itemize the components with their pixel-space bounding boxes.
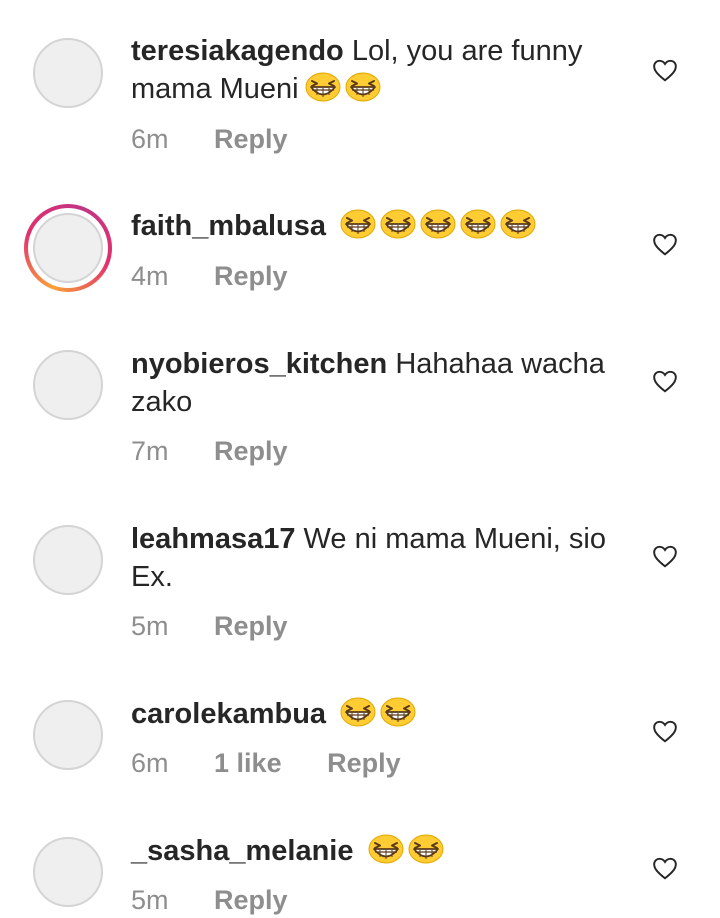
comment-time: 6m — [131, 748, 169, 778]
heart-icon[interactable] — [652, 544, 678, 568]
comment-text-block: nyobieros_kitchen Hahahaa wacha zako — [131, 345, 631, 421]
comment-username[interactable]: faith_mbalusa — [131, 210, 326, 242]
avatar[interactable] — [33, 700, 103, 770]
grinning-squinting-face-icon — [380, 209, 416, 239]
comment-meta: 4m Reply — [131, 261, 326, 292]
avatar-image — [33, 213, 103, 283]
reply-button[interactable]: Reply — [214, 124, 288, 155]
comment-username[interactable]: nyobieros_kitchen — [131, 348, 387, 380]
avatar[interactable] — [33, 38, 103, 108]
grinning-squinting-face-icon — [345, 72, 381, 102]
comment-text-block: carolekambua — [131, 695, 631, 733]
comment-time: 5m — [131, 885, 169, 915]
comment-username[interactable]: _sasha_melanie — [131, 835, 353, 867]
grinning-squinting-face-icon — [500, 209, 536, 239]
reply-button[interactable]: Reply — [214, 885, 288, 916]
reply-button[interactable]: Reply — [214, 261, 288, 292]
heart-icon[interactable] — [652, 856, 678, 880]
avatar[interactable] — [24, 204, 112, 292]
comment-meta: 6m Reply — [131, 124, 326, 155]
avatar[interactable] — [33, 525, 103, 595]
emoji-group — [299, 72, 381, 105]
grinning-squinting-face-icon — [380, 697, 416, 727]
comment-text-block: teresiakagendo Lol, you are funny mama M… — [131, 32, 631, 108]
grinning-squinting-face-icon — [305, 72, 341, 102]
grinning-squinting-face-icon — [408, 834, 444, 864]
grinning-squinting-face-icon — [420, 209, 456, 239]
comment-username[interactable]: teresiakagendo — [131, 35, 344, 67]
grinning-squinting-face-icon — [460, 209, 496, 239]
grinning-squinting-face-icon — [368, 834, 404, 864]
comment-text-block: leahmasa17 We ni mama Mueni, sio Ex. — [131, 520, 631, 596]
emoji-group — [334, 209, 536, 242]
emoji-group — [334, 697, 416, 730]
comment-time: 6m — [131, 124, 169, 154]
grinning-squinting-face-icon — [340, 697, 376, 727]
avatar[interactable] — [33, 350, 103, 420]
grinning-squinting-face-icon — [340, 209, 376, 239]
comment-meta: 5m Reply — [131, 611, 326, 642]
comment-meta: 7m Reply — [131, 436, 326, 467]
comment-username[interactable]: carolekambua — [131, 698, 326, 730]
comment-text-block: _sasha_melanie — [131, 832, 631, 870]
heart-icon[interactable] — [652, 719, 678, 743]
avatar[interactable] — [33, 837, 103, 907]
like-count-button[interactable]: 1 like — [214, 748, 282, 779]
heart-icon[interactable] — [652, 369, 678, 393]
reply-button[interactable]: Reply — [214, 611, 288, 642]
reply-button[interactable]: Reply — [214, 436, 288, 467]
comment-time: 4m — [131, 261, 169, 291]
comment-meta: 5m Reply — [131, 885, 326, 916]
comment-username[interactable]: leahmasa17 — [131, 523, 295, 555]
comment-meta: 6m 1 like Reply — [131, 748, 439, 779]
comment-time: 7m — [131, 436, 169, 466]
emoji-group — [362, 834, 444, 867]
comment-time: 5m — [131, 611, 169, 641]
comment-text-block: faith_mbalusa — [131, 207, 631, 245]
reply-button[interactable]: Reply — [327, 748, 401, 779]
heart-icon[interactable] — [652, 232, 678, 256]
heart-icon[interactable] — [652, 58, 678, 82]
